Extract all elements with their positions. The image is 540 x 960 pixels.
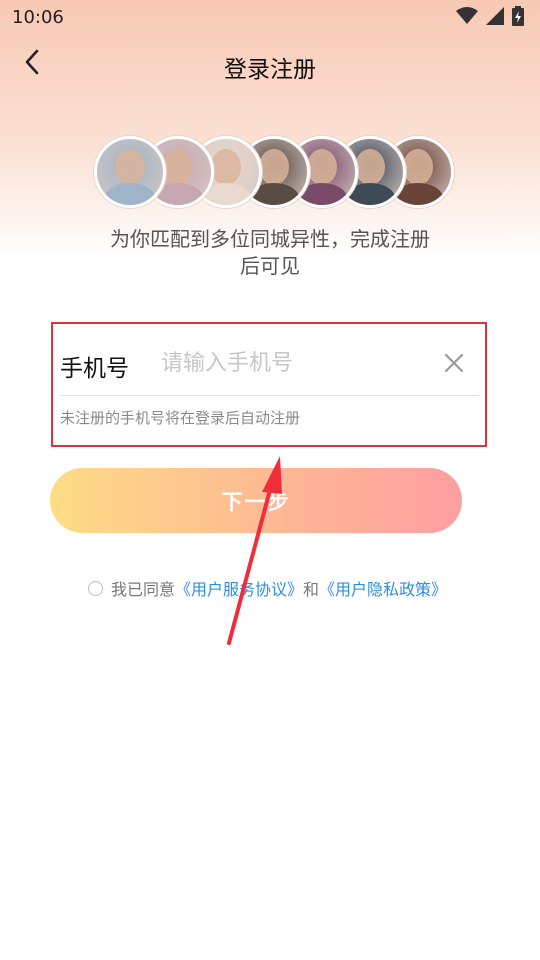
phone-form-highlight: 手机号 未注册的手机号将在登录后自动注册 bbox=[51, 322, 487, 447]
status-bar: 10:06 bbox=[0, 0, 540, 34]
next-step-button[interactable]: 下一步 bbox=[50, 468, 462, 533]
avatar-stack bbox=[94, 136, 454, 208]
page-title: 登录注册 bbox=[224, 57, 316, 83]
match-tagline: 为你匹配到多位同城异性，完成注册后可见 bbox=[110, 227, 430, 278]
input-divider bbox=[60, 395, 479, 396]
phone-input[interactable] bbox=[161, 346, 431, 380]
top-bar: 登录注册 bbox=[0, 34, 540, 94]
agreement-prefix: 我已同意 bbox=[111, 580, 176, 599]
next-step-label: 下一步 bbox=[221, 489, 291, 514]
agree-radio[interactable] bbox=[88, 580, 103, 596]
signal-icon bbox=[486, 7, 504, 29]
agreement-row: 我已同意 《用户服务协议》 和 《用户隐私政策》 bbox=[88, 576, 447, 600]
agreement-conjunction: 和 bbox=[303, 580, 320, 599]
privacy-policy-link[interactable]: 《用户隐私政策》 bbox=[319, 576, 447, 600]
clear-input-button[interactable] bbox=[443, 352, 465, 374]
wifi-icon bbox=[456, 7, 478, 29]
battery-icon bbox=[512, 6, 524, 30]
phone-label: 手机号 bbox=[60, 356, 129, 382]
user-agreement-link[interactable]: 《用户服务协议》 bbox=[175, 576, 303, 600]
status-icons bbox=[456, 6, 524, 30]
avatar bbox=[94, 136, 166, 208]
registration-hint: 未注册的手机号将在登录后自动注册 bbox=[60, 409, 301, 427]
close-icon bbox=[443, 353, 465, 378]
status-time: 10:06 bbox=[12, 7, 64, 28]
